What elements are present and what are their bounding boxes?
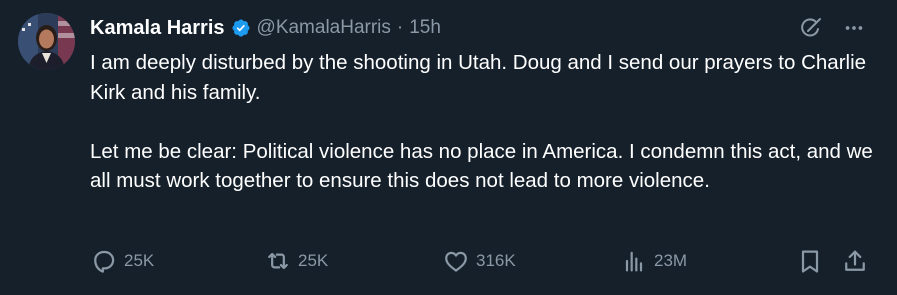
views-count: 23M: [654, 251, 688, 270]
tweet-action-bar: 25K 25K 316K 23M: [90, 246, 867, 276]
reply-icon: [90, 247, 118, 275]
share-icon: [841, 247, 869, 275]
avatar[interactable]: [18, 13, 75, 70]
author-handle[interactable]: @KamalaHarris: [257, 17, 391, 39]
author-name[interactable]: Kamala Harris: [90, 17, 225, 40]
share-button[interactable]: [841, 246, 869, 276]
avatar-image: [18, 13, 75, 70]
separator-dot: ·: [396, 17, 404, 38]
tweet-header: Kamala Harris @KamalaHarris · 15h: [90, 14, 441, 42]
reply-button[interactable]: 25K: [90, 246, 154, 276]
reply-count: 25K: [124, 251, 155, 270]
tweet-paragraph: I am deeply disturbed by the shooting in…: [90, 51, 867, 104]
repost-icon: [264, 247, 292, 275]
heart-icon: [442, 247, 470, 275]
tweet-text: I am deeply disturbed by the shooting in…: [90, 48, 880, 196]
repost-count: 25K: [298, 251, 329, 270]
verified-badge-icon: [231, 18, 251, 38]
tweet-paragraph: Let me be clear: Political violence has …: [90, 139, 873, 193]
views-button[interactable]: 23M: [620, 246, 687, 276]
more-icon[interactable]: [843, 17, 865, 39]
timestamp[interactable]: 15h: [409, 17, 441, 39]
tweet-top-actions: [799, 16, 865, 40]
bookmark-button[interactable]: [796, 246, 824, 276]
like-button[interactable]: 316K: [442, 246, 516, 276]
repost-button[interactable]: 25K: [264, 246, 328, 276]
bookmark-icon: [796, 247, 824, 275]
grok-icon[interactable]: [799, 16, 823, 40]
tweet-card: Kamala Harris @KamalaHarris · 15h I am d…: [0, 0, 897, 295]
like-count: 316K: [476, 251, 516, 270]
views-icon: [620, 247, 648, 275]
